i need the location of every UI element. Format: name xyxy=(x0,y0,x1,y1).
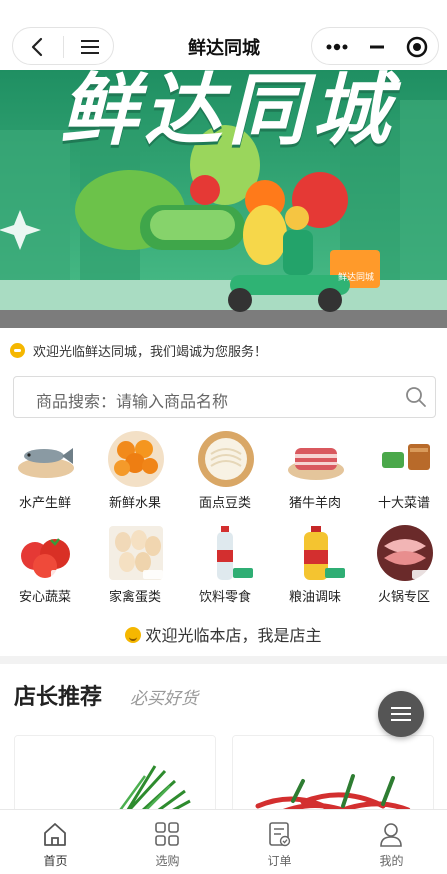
search-icon[interactable] xyxy=(404,385,428,409)
welcome-line: 欢迎光临本店，我是店主 xyxy=(0,622,447,646)
smile-icon xyxy=(125,627,142,643)
category-label: 新鲜水果 xyxy=(108,496,161,511)
category-eggs[interactable]: 家禽蛋类 xyxy=(95,524,175,614)
orange-icon xyxy=(108,431,164,487)
oil-icon xyxy=(304,526,345,580)
user-icon xyxy=(380,823,402,847)
notice-icon xyxy=(10,342,25,358)
bottom-tab-bar: 首页 选购 订单 我的 xyxy=(0,809,447,874)
category-label: 猪牛羊肉 xyxy=(288,496,341,511)
nav-capsule-right xyxy=(311,27,439,65)
tab-label: 我的 xyxy=(379,854,404,868)
menu-line xyxy=(391,719,411,721)
tab-orders[interactable]: 订单 xyxy=(224,810,335,874)
top-nav-bar: 鲜达同城 xyxy=(0,0,447,70)
category-meat[interactable]: 猪牛羊肉 xyxy=(275,430,355,520)
back-icon[interactable] xyxy=(25,34,51,60)
category-label: 面点豆类 xyxy=(198,496,251,511)
order-icon xyxy=(269,822,291,847)
grid-icon xyxy=(155,822,179,846)
notice-bar: 欢迎光临鲜达同城，我们竭诚为您服务！ xyxy=(10,340,267,360)
close-target-icon[interactable] xyxy=(404,34,430,60)
fish-icon xyxy=(18,448,74,478)
category-recipes[interactable]: 十大菜谱 xyxy=(364,430,444,520)
floating-menu-button[interactable] xyxy=(378,691,424,737)
category-label: 火锅专区 xyxy=(377,590,430,605)
home-icon xyxy=(44,823,66,846)
hamburger-menu-icon[interactable] xyxy=(77,34,103,60)
welcome-text: 欢迎光临本店，我是店主 xyxy=(145,626,322,645)
meat-icon xyxy=(288,448,344,480)
hotpot-icon xyxy=(377,525,433,581)
promo-banner[interactable]: 鲜达同城 鲜达同城 xyxy=(0,70,447,328)
dish-icon xyxy=(382,444,430,470)
capsule-divider xyxy=(63,36,64,58)
category-noodles[interactable]: 面点豆类 xyxy=(185,430,265,520)
menu-line xyxy=(391,707,411,709)
nav-capsule-left xyxy=(12,27,114,65)
tab-label: 订单 xyxy=(267,854,292,868)
egg-icon xyxy=(109,526,163,580)
tab-label: 选购 xyxy=(155,854,180,868)
recommend-title: 店长推荐 xyxy=(14,685,103,710)
category-grain-oil[interactable]: 粮油调味 xyxy=(275,524,355,614)
category-label: 粮油调味 xyxy=(288,590,341,605)
category-label: 饮料零食 xyxy=(198,590,251,605)
tomato-icon xyxy=(21,538,73,580)
tab-label: 首页 xyxy=(43,854,68,868)
menu-line xyxy=(391,713,411,715)
category-label: 水产生鲜 xyxy=(18,496,71,511)
tab-profile[interactable]: 我的 xyxy=(336,810,447,874)
noodle-icon xyxy=(198,431,254,487)
category-fruit[interactable]: 新鲜水果 xyxy=(95,430,175,520)
category-vegetables[interactable]: 安心蔬菜 xyxy=(5,524,85,614)
notice-text: 欢迎光临鲜达同城，我们竭诚为您服务！ xyxy=(33,344,268,360)
tab-home[interactable]: 首页 xyxy=(0,810,111,874)
banner-title: 鲜达同城 xyxy=(60,70,397,156)
search-input[interactable]: 商品搜索：请输入商品名称 xyxy=(13,376,436,418)
recommend-subtitle: 必买好货 xyxy=(130,689,198,709)
category-label: 安心蔬菜 xyxy=(18,590,71,605)
category-seafood[interactable]: 水产生鲜 xyxy=(5,430,85,520)
minimize-icon[interactable] xyxy=(364,34,390,60)
more-options-icon[interactable] xyxy=(324,34,350,60)
delivery-box-label: 鲜达同城 xyxy=(338,273,375,283)
category-label: 十大菜谱 xyxy=(377,496,430,511)
category-drinks[interactable]: 饮料零食 xyxy=(185,524,265,614)
category-label: 家禽蛋类 xyxy=(108,590,161,605)
page-title: 鲜达同城 xyxy=(188,38,260,59)
search-placeholder: 商品搜索：请输入商品名称 xyxy=(36,392,229,411)
tab-shop[interactable]: 选购 xyxy=(112,810,223,874)
category-hotpot[interactable]: 火锅专区 xyxy=(364,524,444,614)
drink-icon xyxy=(217,526,253,580)
section-divider xyxy=(0,656,447,664)
